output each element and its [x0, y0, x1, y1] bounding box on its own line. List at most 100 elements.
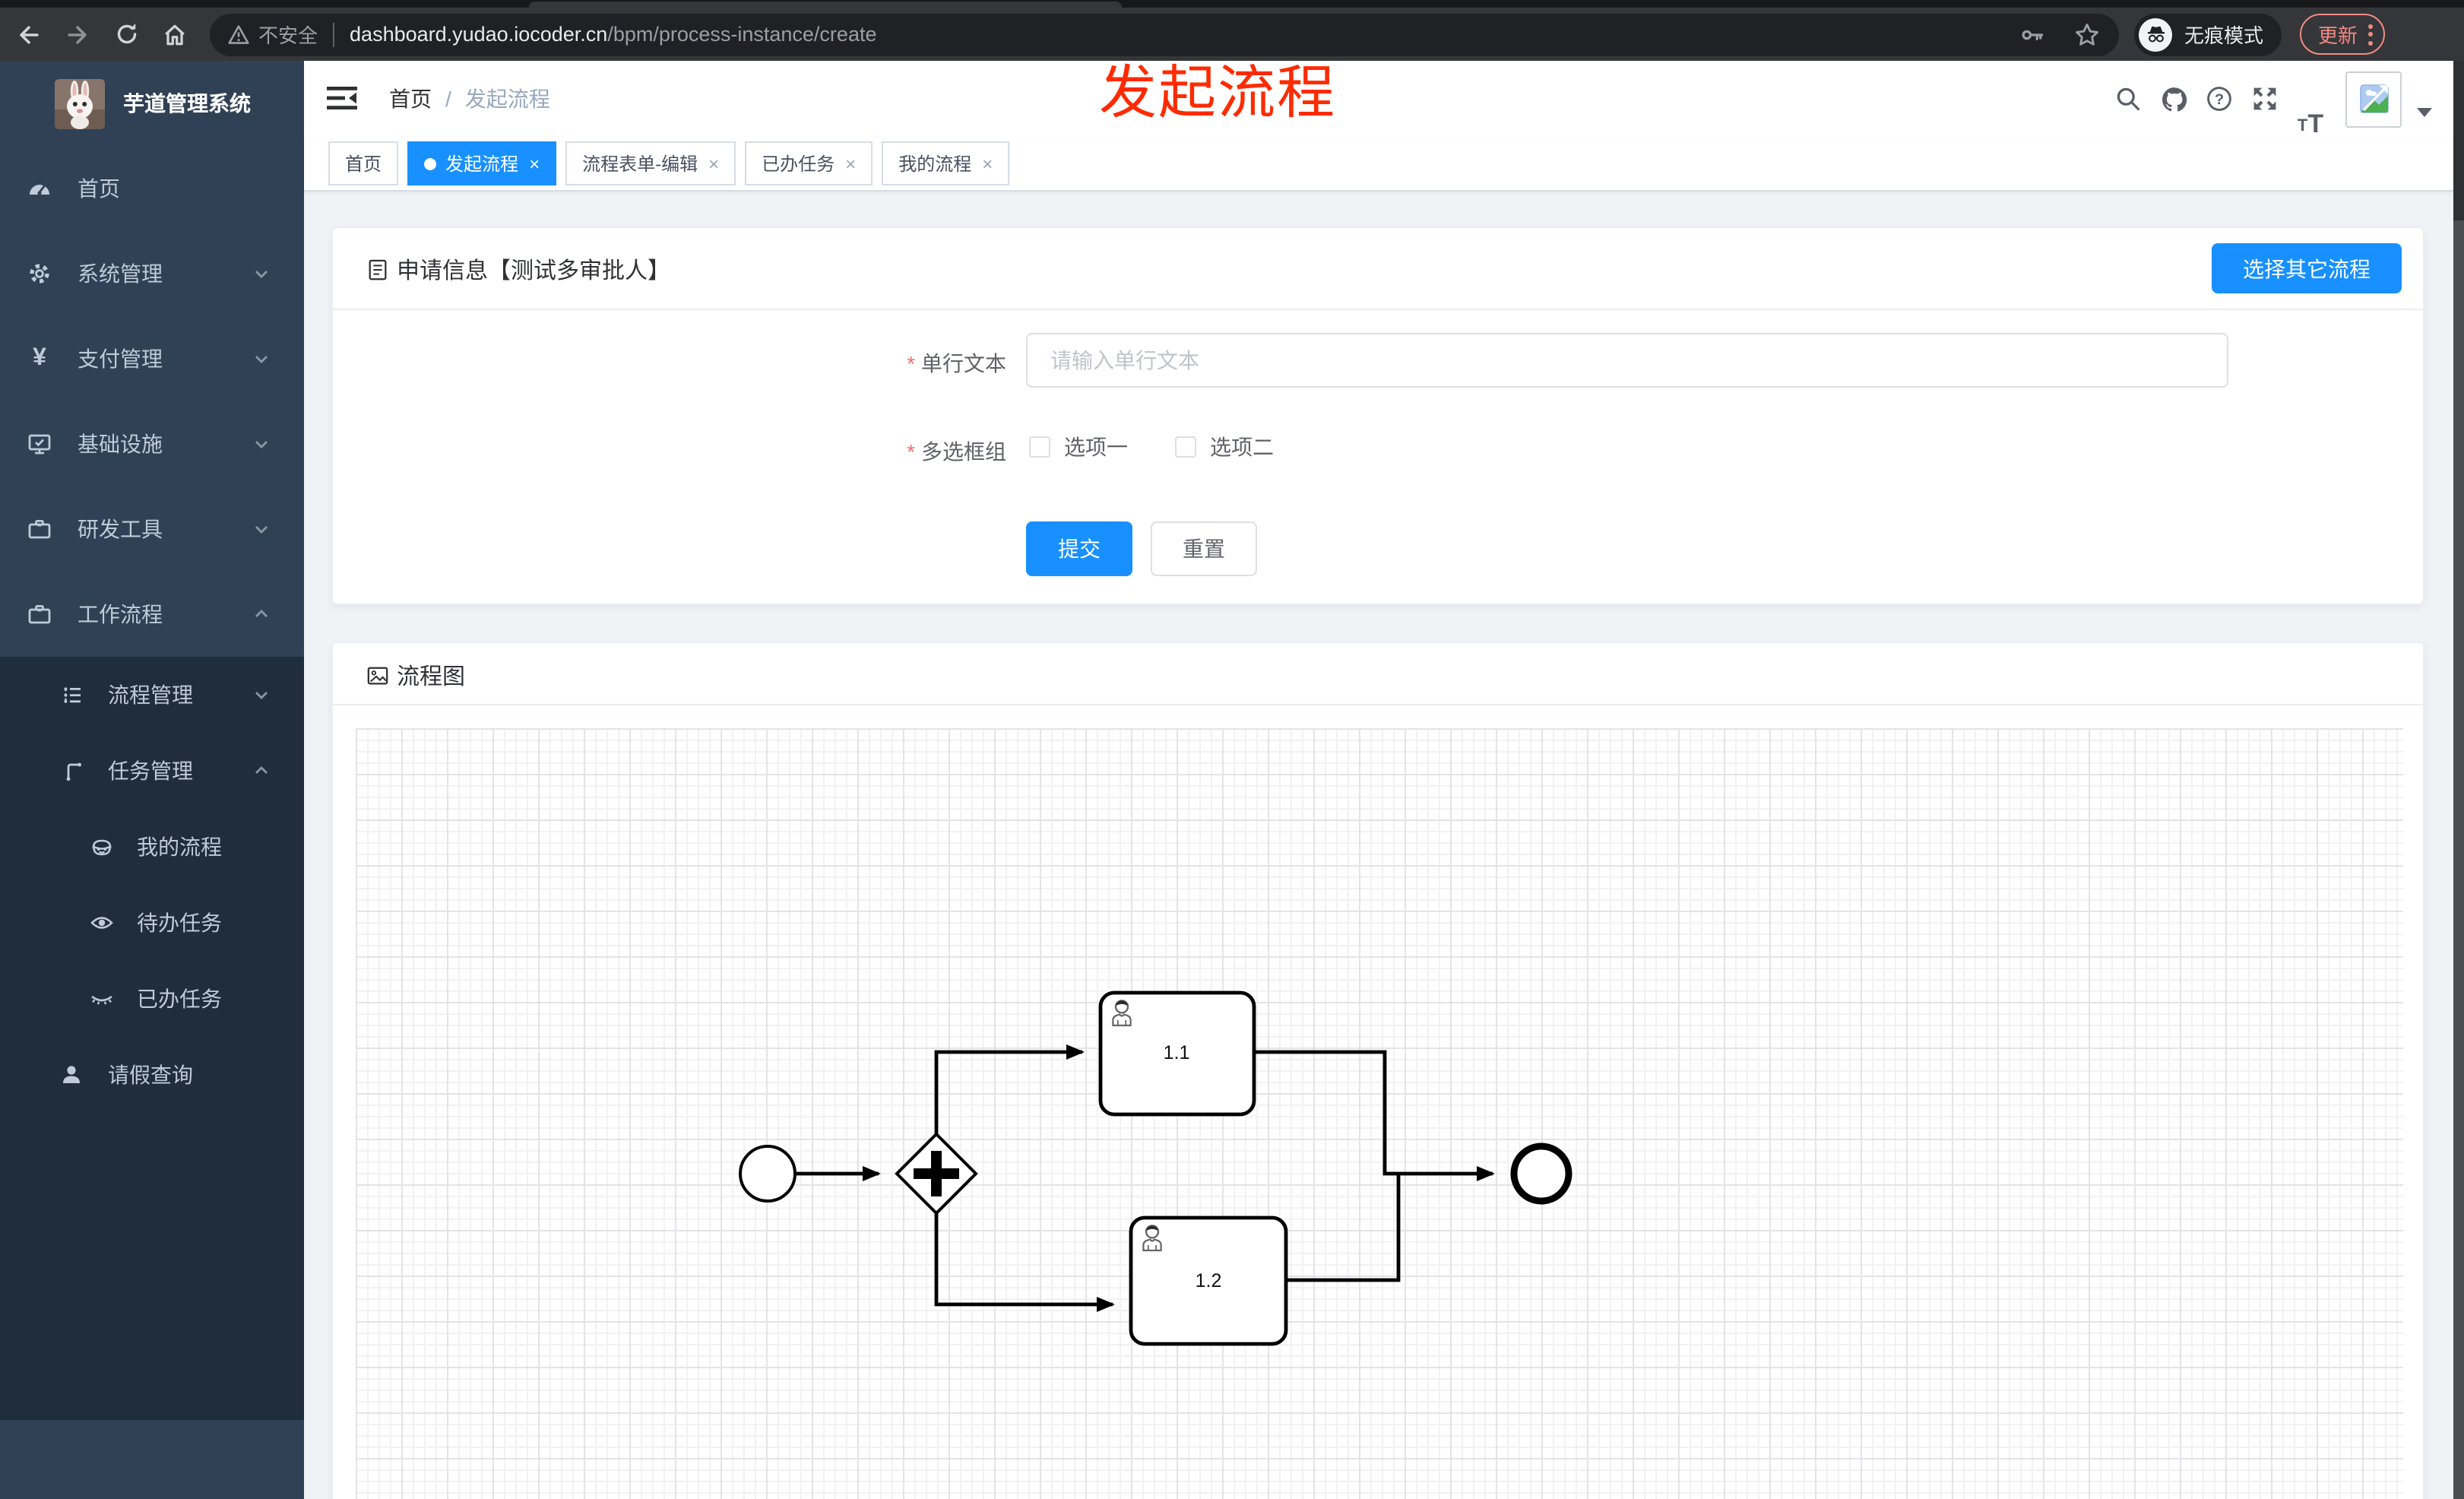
close-icon[interactable]: ×	[982, 154, 993, 173]
sidebar: 芋道管理系统 首页 系统管理 ¥ 支付管理 基础设施 研发工具 工作流程 流程管…	[0, 61, 304, 1499]
bpmn-end-event[interactable]	[1510, 1142, 1572, 1205]
tree-list-icon	[59, 683, 84, 707]
help-icon[interactable]: ?	[2196, 61, 2242, 137]
sidebar-item-label: 首页	[78, 176, 120, 201]
sidebar-item-todo-tasks[interactable]: 待办任务	[0, 885, 304, 961]
bpmn-start-event[interactable]	[739, 1145, 797, 1203]
search-icon[interactable]	[2105, 61, 2151, 137]
font-size-icon[interactable]: TT	[2288, 61, 2333, 137]
security-label[interactable]: 不安全	[258, 20, 318, 49]
back-icon[interactable]	[9, 14, 49, 54]
flow-gateway-to-task1[interactable]	[934, 1044, 1085, 1134]
form-buttons: 提交 重置	[1026, 521, 1257, 576]
sidebar-item-infra[interactable]: 基础设施	[0, 401, 304, 486]
briefcase-icon	[27, 602, 52, 626]
flow-task1-to-end[interactable]	[1254, 1050, 1495, 1181]
sidebar-item-workflow[interactable]: 工作流程	[0, 572, 304, 657]
chevron-down-icon	[252, 435, 271, 453]
close-icon[interactable]: ×	[708, 154, 719, 173]
card-header: 申请信息【测试多审批人】 选择其它流程	[333, 228, 2423, 309]
face-icon	[90, 835, 114, 859]
sidebar-item-system[interactable]: 系统管理	[0, 231, 304, 316]
sidebar-item-label: 待办任务	[137, 911, 222, 935]
close-icon[interactable]: ×	[845, 154, 856, 173]
tag-form-edit[interactable]: 流程表单-编辑 ×	[565, 141, 736, 185]
forward-icon[interactable]	[58, 14, 97, 54]
sidebar-item-leave-query[interactable]: 请假查询	[0, 1037, 304, 1113]
checkbox-group: 选项一 选项二	[1029, 424, 1274, 470]
reload-icon[interactable]	[106, 14, 146, 54]
checkbox-option-2[interactable]	[1175, 436, 1196, 458]
broken-image-icon	[2359, 84, 2388, 113]
sidebar-collapse-icon[interactable]	[327, 85, 357, 111]
sidebar-item-done-tasks[interactable]: 已办任务	[0, 961, 304, 1037]
app-logo-rabbit-image	[55, 78, 105, 128]
sidebar-item-process-mgmt[interactable]: 流程管理	[0, 657, 304, 733]
branch-icon	[59, 759, 84, 783]
app-logo-row[interactable]: 芋道管理系统	[0, 61, 304, 146]
eye-icon	[90, 911, 114, 935]
breadcrumb: 首页 / 发起流程	[389, 61, 550, 137]
caret-down-icon[interactable]	[2417, 108, 2432, 117]
browser-menu-icon[interactable]	[2368, 24, 2374, 45]
incognito-label: 无痕模式	[2184, 24, 2264, 47]
chevron-down-icon	[252, 520, 271, 538]
browser-update-button[interactable]: 更新	[2300, 14, 2386, 55]
sidebar-item-devtools[interactable]: 研发工具	[0, 486, 304, 572]
sidebar-item-home[interactable]: 首页	[0, 146, 304, 231]
flow-diagram-card: 流程图 1.1 1.2	[331, 642, 2424, 1499]
scrollbar-thumb[interactable]	[2453, 220, 2464, 1499]
browser-tabstrip	[0, 0, 2464, 8]
tags-view-bar: 首页 发起流程 × 流程表单-编辑 × 已办任务 × 我的流程 ×	[304, 137, 2453, 192]
update-label[interactable]: 更新	[2318, 20, 2358, 49]
sidebar-item-payment[interactable]: ¥ 支付管理	[0, 316, 304, 401]
sidebar-item-task-mgmt[interactable]: 任务管理	[0, 733, 304, 809]
card-title: 申请信息【测试多审批人】	[366, 254, 670, 286]
main-area: 首页 / 发起流程 ? TT 首页 发起流程 × 流程表单-编辑 × 已办任务 …	[304, 61, 2453, 1499]
task2-label: 1.2	[1196, 1270, 1222, 1291]
tag-my-process[interactable]: 我的流程 ×	[882, 141, 1010, 185]
avatar[interactable]	[2345, 71, 2402, 127]
checkbox-option-1-label[interactable]: 选项一	[1064, 432, 1128, 462]
bookmark-star-icon[interactable]	[2073, 21, 2101, 48]
sidebar-item-label: 我的流程	[137, 835, 222, 859]
reset-button[interactable]: 重置	[1151, 521, 1257, 576]
active-dot	[424, 157, 437, 170]
github-icon[interactable]	[2151, 61, 2196, 137]
home-icon[interactable]	[155, 14, 195, 54]
url-host[interactable]: dashboard.yudao.iocoder.cn	[350, 23, 607, 46]
submit-button[interactable]: 提交	[1026, 521, 1132, 576]
svg-text:?: ?	[2215, 91, 2224, 108]
sidebar-item-label: 研发工具	[78, 517, 163, 541]
tag-home[interactable]: 首页	[328, 141, 399, 185]
monitor-icon	[27, 432, 52, 456]
fullscreen-icon[interactable]	[2242, 61, 2288, 137]
password-key-icon[interactable]	[2019, 21, 2046, 48]
omnibox-divider	[333, 22, 335, 46]
user-icon	[59, 1063, 84, 1087]
page-scrollbar[interactable]	[2453, 61, 2464, 1499]
tag-create-process[interactable]: 发起流程 ×	[407, 141, 557, 185]
page-content: 申请信息【测试多审批人】 选择其它流程 *单行文本 *多选框组 选项一 选项二 …	[304, 192, 2453, 1499]
choose-other-process-button[interactable]: 选择其它流程	[2212, 243, 2402, 293]
single-line-text-input[interactable]	[1026, 333, 2228, 388]
url-path[interactable]: /bpm/process-instance/create	[607, 23, 876, 46]
checkbox-group-label: * 多选框组	[907, 439, 1006, 464]
apply-info-card: 申请信息【测试多审批人】 选择其它流程 *单行文本 *多选框组 选项一 选项二 …	[331, 227, 2424, 605]
chevron-down-icon	[252, 350, 271, 368]
warning-icon	[228, 24, 249, 43]
breadcrumb-home[interactable]: 首页	[389, 84, 432, 114]
checkbox-option-2-label[interactable]: 选项二	[1210, 432, 1274, 462]
close-icon[interactable]: ×	[529, 154, 540, 173]
flow-gateway-to-task2[interactable]	[934, 1213, 1115, 1312]
bpmn-canvas[interactable]: 1.1 1.2	[356, 728, 2403, 1499]
bpmn-diagram: 1.1 1.2	[739, 990, 1572, 1346]
breadcrumb-current: 发起流程	[464, 87, 550, 111]
sidebar-item-my-process[interactable]: 我的流程	[0, 809, 304, 885]
browser-tab-sliver	[529, 2, 1122, 8]
tag-done-tasks[interactable]: 已办任务 ×	[745, 141, 873, 185]
yen-icon: ¥	[33, 345, 46, 371]
checkbox-option-1[interactable]	[1029, 436, 1050, 458]
breadcrumb-separator: /	[445, 87, 451, 111]
flow-task2-to-end[interactable]	[1286, 1175, 1401, 1282]
